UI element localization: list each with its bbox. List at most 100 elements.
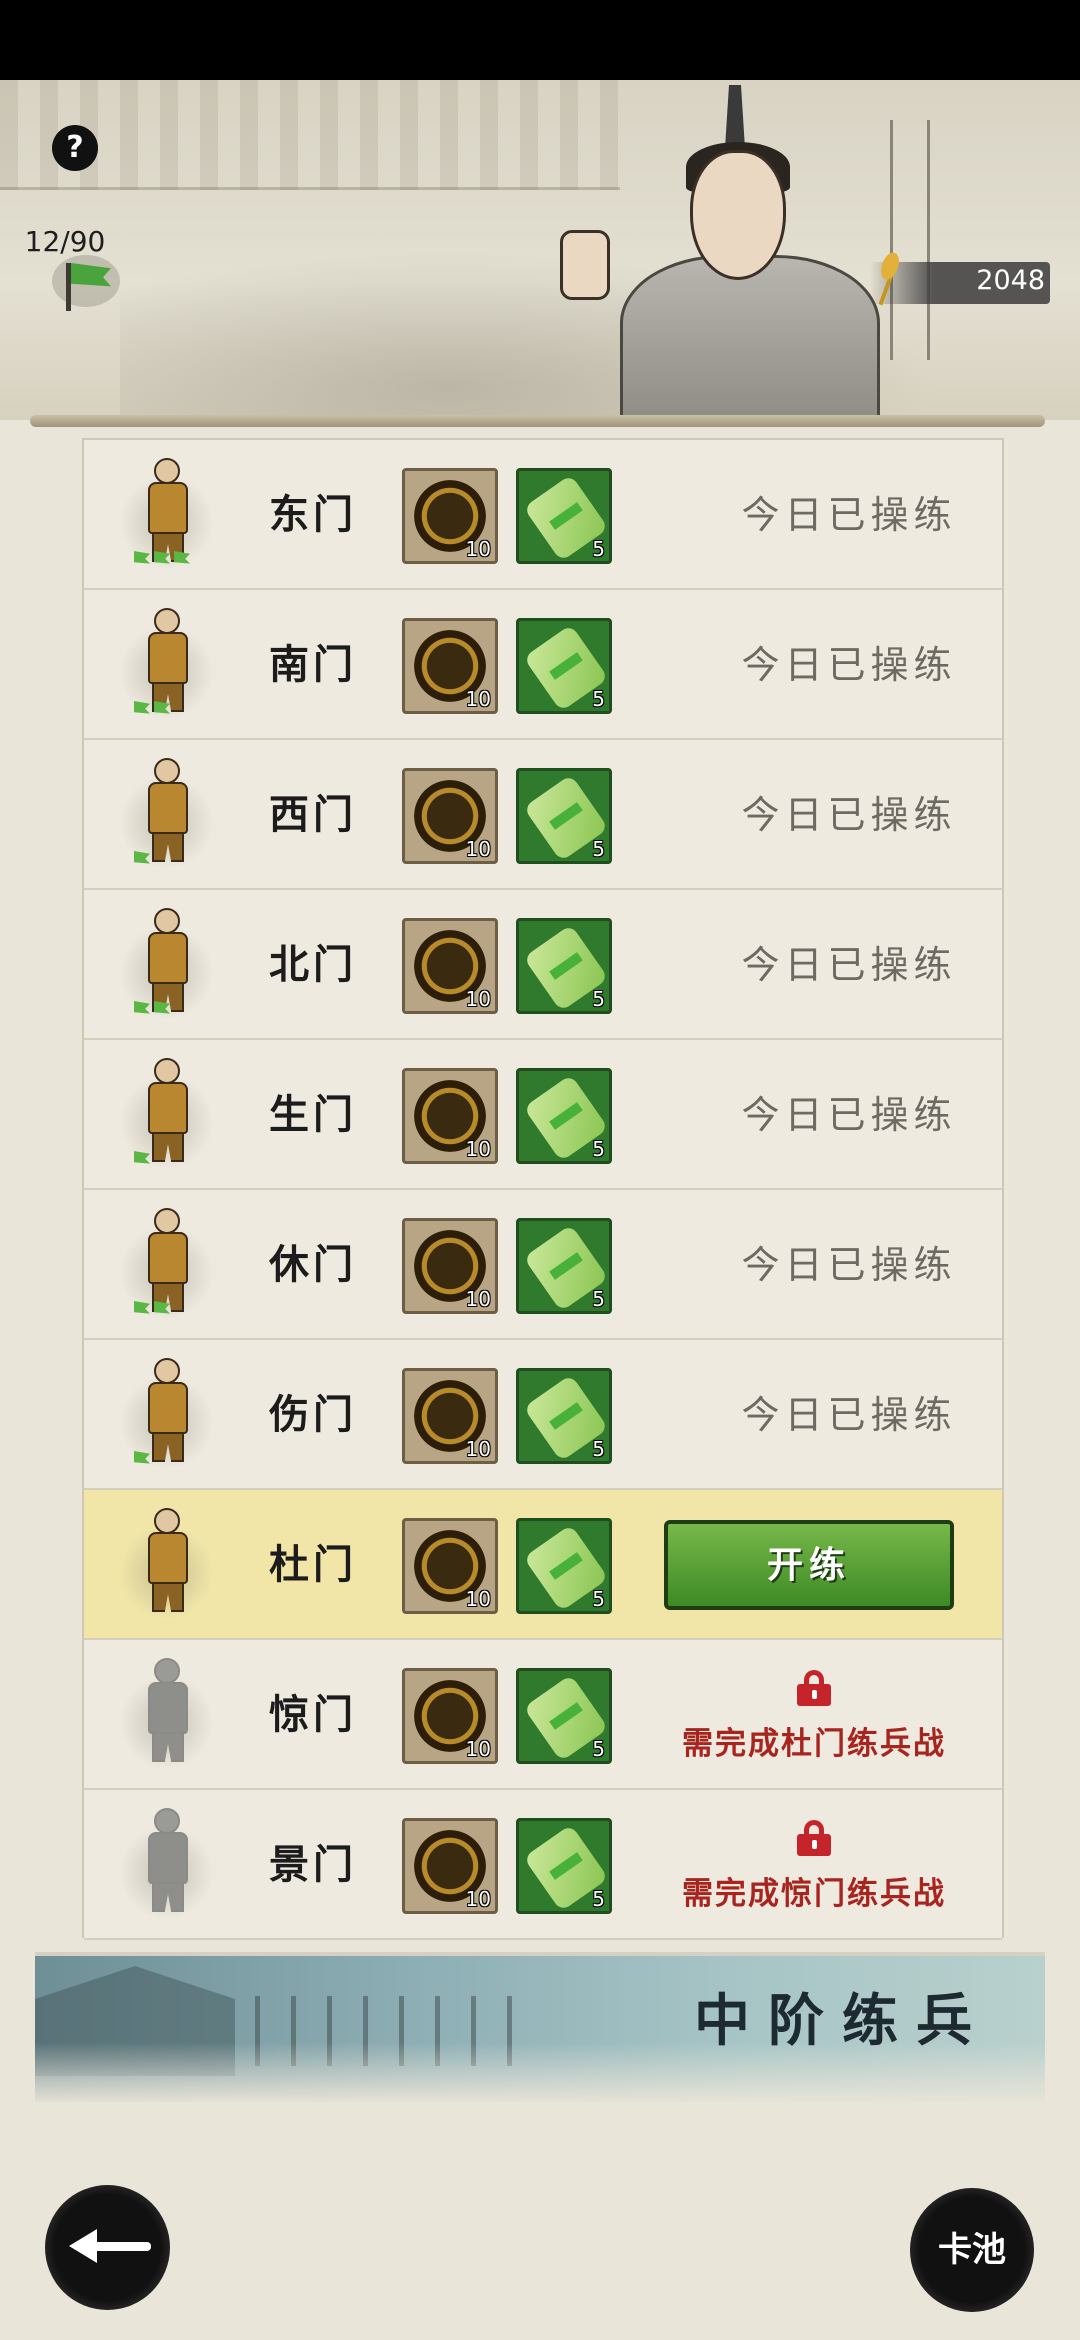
scroll-reward[interactable]: 5	[516, 1368, 612, 1464]
status-bar	[0, 0, 1080, 80]
grain-value: 2048	[976, 265, 1045, 296]
grain-icon	[870, 250, 906, 308]
scroll-reward[interactable]: 5	[516, 468, 612, 564]
general-portrait	[560, 80, 930, 420]
soldier-avatar	[114, 450, 224, 580]
soldier-avatar	[114, 900, 224, 1030]
help-button[interactable]: ?	[52, 125, 98, 171]
green-flag-icon	[174, 551, 190, 564]
locked-requirement: 需完成杜门练兵战	[664, 1668, 964, 1768]
scroll-reward[interactable]: 5	[516, 1068, 612, 1164]
gate-name: 南门	[269, 641, 357, 688]
soldier-avatar	[114, 1800, 224, 1930]
coin-reward[interactable]: 10	[402, 768, 498, 864]
locked-requirement: 需完成惊门练兵战	[664, 1818, 964, 1918]
soldier-avatar	[114, 750, 224, 880]
training-row: 惊门 10 5 需完成杜门练兵战	[84, 1640, 1002, 1790]
scroll-reward[interactable]: 5	[516, 1518, 612, 1614]
scroll-count: 5	[592, 987, 605, 1011]
status-text: 今日已操练	[741, 943, 957, 987]
soldier-avatar	[114, 1050, 224, 1180]
scroll-reward[interactable]: 5	[516, 618, 612, 714]
flag-marks	[134, 1900, 204, 1918]
scroll-count: 5	[592, 687, 605, 711]
gate-name: 伤门	[269, 1391, 357, 1438]
scroll-count: 5	[592, 1587, 605, 1611]
green-flag-icon	[154, 1301, 170, 1314]
training-row: 休门 10 5 今日已操练	[84, 1190, 1002, 1340]
stamina-indicator	[30, 255, 140, 345]
flag-marks	[134, 1750, 204, 1768]
coin-reward[interactable]: 10	[402, 468, 498, 564]
scroll-count: 5	[592, 537, 605, 561]
soldier-avatar	[114, 600, 224, 730]
scroll-count: 5	[592, 1287, 605, 1311]
coin-count: 10	[465, 1887, 491, 1911]
soldier-avatar	[114, 1200, 224, 1330]
coin-count: 10	[465, 1287, 491, 1311]
green-flag-icon	[52, 255, 120, 311]
coin-count: 10	[465, 537, 491, 561]
flag-marks	[134, 1300, 204, 1318]
scroll-count: 5	[592, 1437, 605, 1461]
flag-marks	[134, 1000, 204, 1018]
training-row: 景门 10 5 需完成惊门练兵战	[84, 1790, 1002, 1940]
header-divider	[30, 415, 1045, 427]
scroll-count: 5	[592, 1737, 605, 1761]
training-row: 生门 10 5 今日已操练	[84, 1040, 1002, 1190]
flag-marks	[134, 850, 204, 868]
scroll-reward[interactable]: 5	[516, 1818, 612, 1914]
status-text: 今日已操练	[741, 493, 957, 537]
status-text: 今日已操练	[741, 1093, 957, 1137]
scroll-count: 5	[592, 1887, 605, 1911]
gate-name: 休门	[269, 1241, 357, 1288]
scroll-reward[interactable]: 5	[516, 1668, 612, 1764]
scroll-reward[interactable]: 5	[516, 1218, 612, 1314]
flag-marks	[134, 700, 204, 718]
coin-reward[interactable]: 10	[402, 1818, 498, 1914]
lock-icon	[797, 1670, 831, 1706]
soldier-avatar	[114, 1350, 224, 1480]
coin-count: 10	[465, 1137, 491, 1161]
flag-marks	[134, 550, 204, 568]
intermediate-training-banner[interactable]: 中阶练兵	[35, 1952, 1045, 2102]
green-flag-icon	[134, 1451, 150, 1464]
training-row: 杜门 10 5 开练	[84, 1490, 1002, 1640]
scroll-reward[interactable]: 5	[516, 918, 612, 1014]
card-pool-button[interactable]: 卡池	[910, 2188, 1034, 2312]
training-row: 西门 10 5 今日已操练	[84, 740, 1002, 890]
training-row: 东门 10 5 今日已操练	[84, 440, 1002, 590]
coin-reward[interactable]: 10	[402, 1368, 498, 1464]
scroll-reward[interactable]: 5	[516, 768, 612, 864]
lock-requirement-text: 需完成惊门练兵战	[682, 1876, 946, 1912]
back-button[interactable]	[45, 2185, 170, 2310]
gate-name: 杜门	[269, 1541, 357, 1588]
start-training-button[interactable]: 开练	[664, 1520, 954, 1610]
coin-count: 10	[465, 1737, 491, 1761]
coin-reward[interactable]: 10	[402, 1218, 498, 1314]
coin-reward[interactable]: 10	[402, 1518, 498, 1614]
training-list: 东门 10 5 今日已操练 南门 10 5 今日已操练 西门 10 5 今日已操练 北门 10 5 今日已操练…	[82, 438, 1004, 1940]
green-flag-icon	[134, 1151, 150, 1164]
flag-marks	[134, 1450, 204, 1468]
gate-name: 北门	[269, 941, 357, 988]
training-row: 伤门 10 5 今日已操练	[84, 1340, 1002, 1490]
gate-name: 景门	[269, 1841, 357, 1888]
status-text: 今日已操练	[741, 1243, 957, 1287]
gate-name: 惊门	[269, 1691, 357, 1738]
coin-reward[interactable]: 10	[402, 618, 498, 714]
status-text: 今日已操练	[741, 793, 957, 837]
coin-reward[interactable]: 10	[402, 1668, 498, 1764]
gate-name: 东门	[269, 491, 357, 538]
coin-reward[interactable]: 10	[402, 1068, 498, 1164]
coin-count: 10	[465, 1437, 491, 1461]
green-flag-icon	[134, 851, 150, 864]
green-flag-icon	[134, 551, 150, 564]
green-flag-icon	[154, 701, 170, 714]
flag-marks	[134, 1150, 204, 1168]
gate-name: 生门	[269, 1091, 357, 1138]
coin-count: 10	[465, 837, 491, 861]
question-icon: ?	[66, 130, 84, 165]
coin-reward[interactable]: 10	[402, 918, 498, 1014]
lock-icon	[797, 1820, 831, 1856]
